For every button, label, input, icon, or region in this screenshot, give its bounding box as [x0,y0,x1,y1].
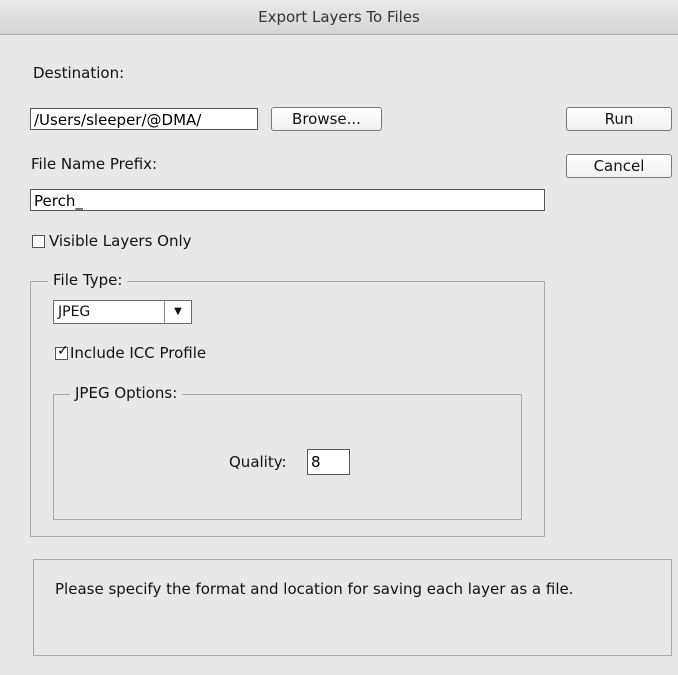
checkmark-icon: ✓ [57,343,69,359]
icc-profile-label: Include ICC Profile [70,344,207,362]
file-type-legend: File Type: [48,271,128,289]
prefix-label: File Name Prefix: [31,155,158,173]
window-title: Export Layers To Files [258,8,420,26]
prefix-field[interactable]: Perch_ [30,189,545,211]
message-text: Please specify the format and location f… [55,580,574,598]
chevron-down-icon: ▼ [164,301,191,323]
quality-label: Quality: [229,453,287,471]
file-type-selected: JPEG [58,304,91,320]
jpeg-options-group [53,394,522,520]
icc-profile-checkbox[interactable]: ✓ [55,343,69,360]
quality-field[interactable]: 8 [307,449,350,475]
destination-label: Destination: [33,64,125,82]
jpeg-options-legend: JPEG Options: [70,384,183,402]
run-button[interactable]: Run [566,107,672,131]
browse-button[interactable]: Browse... [271,107,382,131]
destination-field[interactable]: /Users/sleeper/@DMA/ [30,108,258,130]
window-titlebar: Export Layers To Files [0,0,678,35]
visible-layers-label: Visible Layers Only [49,232,192,250]
cancel-button[interactable]: Cancel [566,154,672,178]
file-type-select[interactable]: JPEG ▼ [53,300,192,324]
message-box: Please specify the format and location f… [33,559,672,656]
visible-layers-checkbox[interactable] [32,235,45,248]
